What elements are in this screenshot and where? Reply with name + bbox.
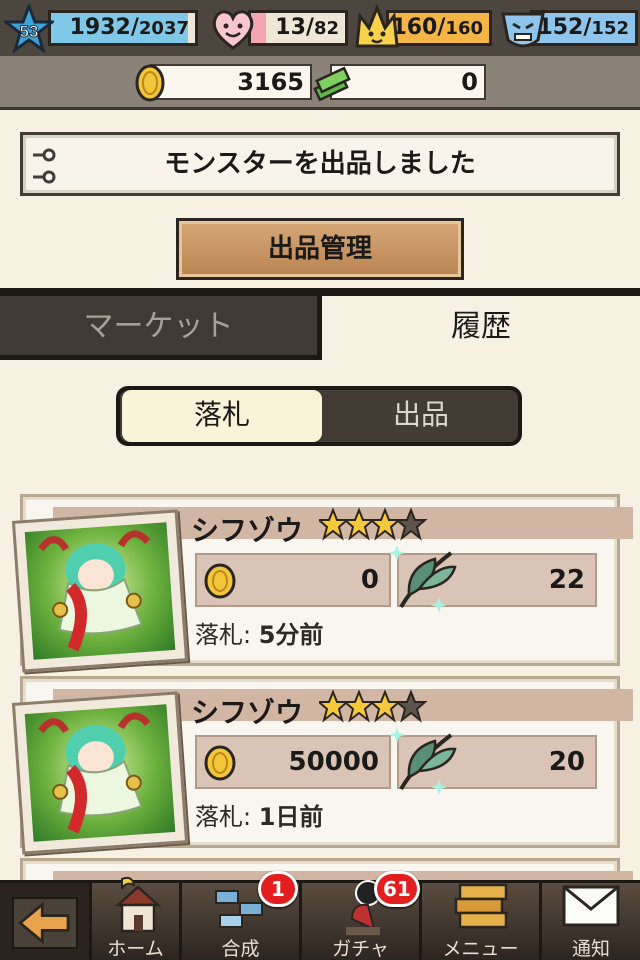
nav-home-label: ホーム: [107, 938, 164, 960]
bid-time-label: 落札:: [195, 803, 252, 831]
back-arrow-icon: [17, 901, 70, 945]
synthesis-badge: 1: [258, 871, 298, 907]
nav-gacha-label: ガチャ: [332, 938, 389, 960]
bottom-nav: ホーム 1 合成 61 ガチャ メニュー 通知: [0, 871, 640, 960]
monster-thumbnail: [11, 509, 189, 673]
stamina-max: 160: [445, 18, 483, 39]
cash-stack-icon: [313, 66, 351, 102]
history-card[interactable]: シフゾウ 50000 20 落札: 1日前: [11, 676, 633, 855]
bid-time-value: 5分前: [258, 621, 324, 649]
monster-name: シフゾウ: [191, 696, 304, 729]
nav-menu-label: メニュー: [442, 938, 519, 960]
segment-won-bids[interactable]: 落札: [122, 390, 322, 442]
level-value: 53: [20, 22, 39, 41]
listing-management-button[interactable]: 出品管理: [176, 218, 464, 280]
gold-box: 3165: [150, 64, 312, 100]
tabs-divider: [0, 288, 640, 296]
crown-face-icon: [355, 4, 399, 48]
heart-face-icon: [212, 10, 254, 50]
bid-listing-toggle: 落札 出品: [116, 386, 522, 446]
hp-stat: 13/82: [208, 6, 348, 50]
bid-time-value: 1日前: [258, 803, 324, 831]
defense-max: 152: [591, 18, 629, 39]
hp-max: 82: [313, 18, 339, 39]
price-leaf: 22: [389, 545, 597, 613]
bid-time: 落札: 5分前: [195, 615, 323, 650]
exp-bar: 1932/2037: [48, 10, 198, 46]
hp-current: 13: [275, 15, 306, 40]
gold-value: 0: [360, 565, 379, 595]
price-gold: 0: [195, 553, 391, 607]
bid-time-label: 落札:: [195, 621, 252, 649]
gold-amount: 3165: [237, 68, 304, 96]
price-gold: 50000: [195, 735, 391, 789]
nav-synthesis-label: 合成: [221, 938, 260, 960]
currency-bar: 3165 0: [0, 56, 640, 110]
nav-home[interactable]: ホーム: [92, 876, 182, 960]
exp-max: 2037: [138, 18, 189, 39]
gold-coin-icon: [135, 64, 165, 102]
cash-amount: 0: [461, 68, 478, 96]
monster-portrait-icon: [38, 530, 151, 652]
notice-message: モンスターを出品しました: [164, 149, 476, 179]
nav-notify-label: 通知: [571, 938, 610, 960]
stamina-stat: 160/160: [352, 4, 494, 48]
hp-bar: 13/82: [248, 10, 348, 46]
monster-name: シフゾウ: [191, 514, 304, 547]
tab-market[interactable]: マーケット: [0, 296, 322, 360]
gold-coin-icon: [204, 745, 236, 781]
mail-envelope-icon: [562, 885, 620, 927]
gold-value: 50000: [288, 747, 379, 777]
defense-stat: 152/152: [498, 6, 638, 48]
nav-notify[interactable]: 通知: [542, 883, 640, 960]
leaf-value: 22: [548, 565, 585, 595]
history-card[interactable]: シフゾウ 0 22 落札: 5分前: [11, 494, 633, 673]
gacha-badge: 61: [374, 871, 420, 907]
level-star-icon: 53: [4, 4, 54, 54]
monster-portrait-icon: [38, 712, 151, 834]
monster-thumbnail: [11, 691, 189, 855]
leaf-value: 20: [548, 747, 585, 777]
shield-face-icon: [501, 12, 545, 48]
exp-current: 1932: [69, 15, 131, 40]
segment-listings[interactable]: 出品: [324, 390, 518, 442]
menu-drawers-icon: [454, 883, 508, 929]
nav-gacha[interactable]: 61 ガチャ: [302, 871, 422, 960]
price-leaf: 20: [389, 727, 597, 795]
exp-stat: 53 1932/2037: [4, 4, 200, 54]
leaf-sparkle-icon: [389, 727, 457, 795]
bid-time: 落札: 1日前: [195, 797, 323, 832]
cash-box: 0: [330, 64, 486, 100]
tab-history[interactable]: 履歴: [322, 296, 640, 360]
gold-coin-icon: [204, 563, 236, 599]
leaf-sparkle-icon: [389, 545, 457, 613]
nav-synthesis[interactable]: 1 合成: [182, 871, 302, 960]
nav-menu[interactable]: メニュー: [422, 883, 542, 960]
notice-banner: モンスターを出品しました: [20, 132, 620, 196]
back-button[interactable]: [0, 883, 92, 960]
status-bar: 53 1932/2037 13/82 160/160 152/152: [0, 0, 640, 56]
home-house-icon: [114, 876, 162, 933]
